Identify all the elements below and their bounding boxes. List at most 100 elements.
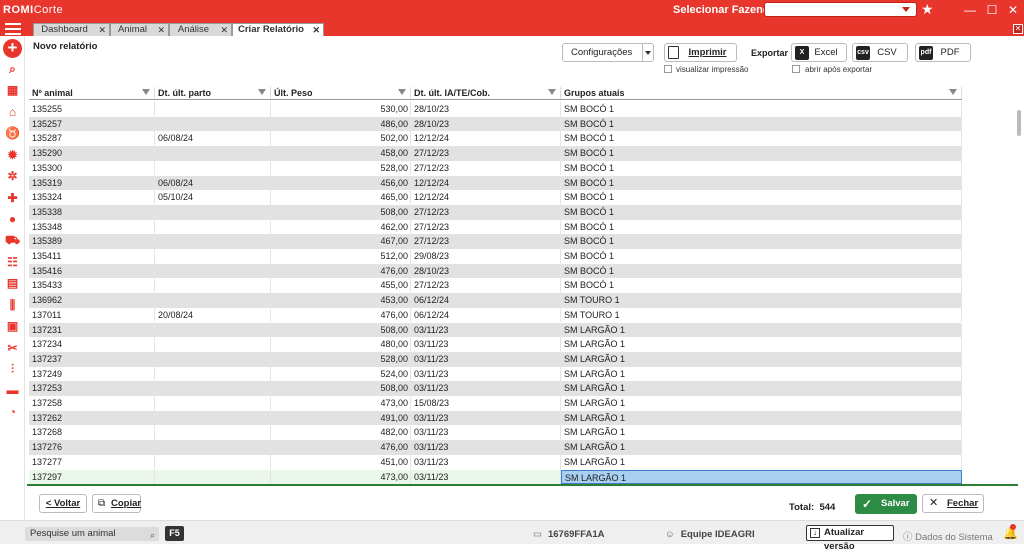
table-cell[interactable]: 135290 bbox=[29, 146, 155, 161]
table-cell[interactable]: 137011 bbox=[29, 307, 155, 323]
table-cell[interactable]: 03/11/23 bbox=[411, 322, 561, 338]
table-cell[interactable] bbox=[155, 425, 271, 441]
table-cell[interactable]: 135287 bbox=[29, 131, 155, 147]
table-cell[interactable]: SM BOCÓ 1 bbox=[561, 102, 962, 117]
tab-close-icon[interactable]: ✕ bbox=[157, 24, 165, 36]
table-row[interactable]: 137249 524,00 03/11/23 SM LARGÃO 1 bbox=[29, 366, 962, 382]
table-cell[interactable] bbox=[155, 146, 271, 161]
dashboard-icon[interactable]: ▦ bbox=[5, 83, 20, 98]
table-cell[interactable]: 135319 bbox=[29, 175, 155, 191]
tab-analise[interactable]: Análise ✕ bbox=[169, 23, 232, 36]
table-cell[interactable]: SM LARGÃO 1 bbox=[561, 381, 962, 396]
update-version-button[interactable]: ↓ Atualizar versão bbox=[806, 525, 894, 552]
tools-icon[interactable]: ✂ bbox=[5, 341, 20, 356]
copy-button[interactable]: ⧉ Copiar bbox=[92, 494, 141, 513]
tab-criar-relatorio[interactable]: Criar Relatório ✕ bbox=[232, 23, 324, 36]
table-cell[interactable]: 524,00 bbox=[271, 366, 411, 382]
table-cell[interactable] bbox=[155, 337, 271, 352]
table-cell[interactable]: 462,00 bbox=[271, 219, 411, 235]
table-cell[interactable]: 476,00 bbox=[271, 440, 411, 455]
table-cell[interactable]: 486,00 bbox=[271, 116, 411, 132]
search-icon[interactable]: ⌕ bbox=[5, 62, 20, 77]
table-cell[interactable]: 03/11/23 bbox=[411, 469, 561, 484]
menu-icon[interactable] bbox=[5, 23, 21, 35]
notification-bell-icon[interactable]: 🔔 bbox=[1003, 524, 1018, 540]
table-row[interactable]: 137234 480,00 03/11/23 SM LARGÃO 1 bbox=[29, 337, 962, 352]
table-cell[interactable] bbox=[155, 381, 271, 396]
table-row[interactable]: 135324 05/10/24 465,00 12/12/24 SM BOCÓ 1 bbox=[29, 190, 962, 205]
tasks-icon[interactable]: ☷ bbox=[5, 255, 20, 270]
add-icon[interactable]: + bbox=[3, 39, 22, 58]
table-cell[interactable]: SM BOCÓ 1 bbox=[561, 204, 962, 220]
back-button[interactable]: < Voltar bbox=[39, 494, 87, 513]
table-cell[interactable]: SM BOCÓ 1 bbox=[561, 234, 962, 249]
table-cell[interactable]: SM BOCÓ 1 bbox=[561, 249, 962, 264]
save-button[interactable]: ✓ Salvar bbox=[855, 494, 917, 514]
table-cell[interactable]: 137277 bbox=[29, 454, 155, 470]
table-cell[interactable]: 06/12/24 bbox=[411, 293, 561, 308]
gauge-icon[interactable]: ◔ bbox=[5, 405, 20, 420]
table-cell[interactable]: 137297 bbox=[29, 469, 155, 484]
column-header-last-insemination[interactable]: Dt. últ. IA/TE/Cob. bbox=[411, 87, 561, 99]
vertical-scrollbar[interactable] bbox=[1017, 38, 1022, 486]
table-cell[interactable]: 508,00 bbox=[271, 381, 411, 396]
open-after-export-checkbox[interactable] bbox=[792, 65, 800, 73]
table-cell[interactable]: 135338 bbox=[29, 204, 155, 220]
table-cell[interactable]: SM LARGÃO 1 bbox=[561, 351, 962, 367]
tab-close-icon[interactable]: ✕ bbox=[220, 24, 228, 36]
scrollbar-thumb[interactable] bbox=[1017, 110, 1021, 136]
print-button[interactable]: Imprimir bbox=[664, 43, 737, 62]
table-cell[interactable]: 482,00 bbox=[271, 425, 411, 441]
table-cell[interactable]: 03/11/23 bbox=[411, 381, 561, 396]
favorite-star-icon[interactable]: ★ bbox=[921, 1, 934, 17]
table-cell[interactable]: 03/11/23 bbox=[411, 425, 561, 441]
table-cell[interactable]: 467,00 bbox=[271, 234, 411, 249]
table-row[interactable]: 135255 530,00 28/10/23 SM BOCÓ 1 bbox=[29, 102, 962, 117]
table-cell[interactable]: 135411 bbox=[29, 249, 155, 264]
animal-search-input[interactable]: Pesquise um animal ⌕ bbox=[25, 527, 159, 541]
table-cell[interactable]: 137268 bbox=[29, 425, 155, 441]
monitor-icon[interactable]: ▬ bbox=[5, 383, 20, 398]
table-row[interactable]: 135300 528,00 27/12/23 SM BOCÓ 1 bbox=[29, 160, 962, 176]
table-cell[interactable] bbox=[155, 366, 271, 382]
tab-animal[interactable]: Animal ✕ bbox=[110, 23, 169, 36]
table-row[interactable]: 135319 06/08/24 456,00 12/12/24 SM BOCÓ 1 bbox=[29, 175, 962, 191]
table-cell[interactable]: 473,00 bbox=[271, 396, 411, 411]
window-close-button[interactable]: ✕ bbox=[1005, 2, 1021, 18]
table-cell[interactable]: 20/08/24 bbox=[155, 307, 271, 323]
table-cell[interactable]: 135389 bbox=[29, 234, 155, 249]
table-cell[interactable]: 27/12/23 bbox=[411, 219, 561, 235]
table-cell[interactable]: 530,00 bbox=[271, 102, 411, 117]
export-excel-button[interactable]: X Excel bbox=[791, 43, 847, 62]
filter-icon[interactable] bbox=[949, 89, 957, 95]
column-header-current-groups[interactable]: Grupos atuais bbox=[561, 87, 962, 99]
filter-icon[interactable] bbox=[258, 89, 266, 95]
table-cell[interactable] bbox=[155, 440, 271, 455]
table-cell[interactable]: SM BOCÓ 1 bbox=[561, 278, 962, 294]
table-cell[interactable]: 29/08/23 bbox=[411, 249, 561, 264]
table-cell[interactable]: SM BOCÓ 1 bbox=[561, 263, 962, 279]
close-all-tabs-icon[interactable]: ✕ bbox=[1013, 24, 1023, 34]
table-cell[interactable]: 480,00 bbox=[271, 337, 411, 352]
export-pdf-button[interactable]: pdf PDF bbox=[915, 43, 971, 62]
table-cell[interactable]: 473,00 bbox=[271, 469, 411, 484]
table-cell[interactable] bbox=[155, 204, 271, 220]
table-cell[interactable]: 03/11/23 bbox=[411, 366, 561, 382]
table-cell[interactable]: 137249 bbox=[29, 366, 155, 382]
tab-dashboard[interactable]: Dashboard ✕ bbox=[33, 23, 110, 36]
table-cell[interactable]: 476,00 bbox=[271, 263, 411, 279]
farm-icon[interactable]: ⌂ bbox=[5, 105, 20, 120]
table-row[interactable]: 135348 462,00 27/12/23 SM BOCÓ 1 bbox=[29, 219, 962, 235]
table-row[interactable]: 135338 508,00 27/12/23 SM BOCÓ 1 bbox=[29, 204, 962, 220]
table-cell[interactable]: 137231 bbox=[29, 322, 155, 338]
nutrition-icon[interactable]: ● bbox=[5, 212, 20, 227]
table-cell[interactable]: 28/10/23 bbox=[411, 263, 561, 279]
table-cell[interactable]: 476,00 bbox=[271, 307, 411, 323]
table-row[interactable]: 135287 06/08/24 502,00 12/12/24 SM BOCÓ 1 bbox=[29, 131, 962, 147]
reproduction-icon[interactable]: ✲ bbox=[5, 169, 20, 184]
table-row[interactable]: 137258 473,00 15/08/23 SM LARGÃO 1 bbox=[29, 396, 962, 411]
close-button[interactable]: ✕ Fechar bbox=[922, 494, 984, 513]
table-cell[interactable]: 502,00 bbox=[271, 131, 411, 147]
filter-icon[interactable] bbox=[142, 89, 150, 95]
health-icon[interactable]: ✚ bbox=[5, 191, 20, 206]
